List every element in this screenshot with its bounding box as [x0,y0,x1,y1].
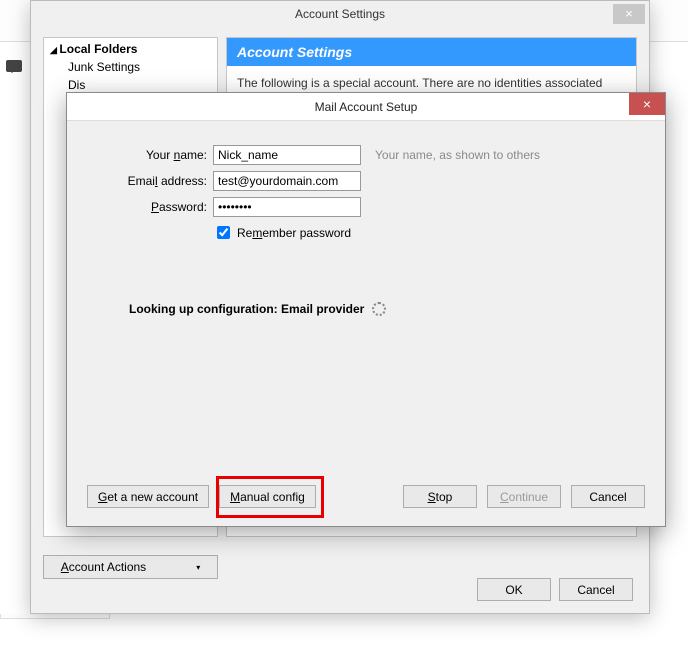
get-new-account-button[interactable]: Get a new account [87,485,209,508]
your-name-hint: Your name, as shown to others [375,148,540,162]
content-header: Account Settings [227,38,636,66]
continue-button: Continue [487,485,561,508]
mail-account-setup-dialog: Mail Account Setup × Your name: Your nam… [66,92,666,527]
window-title: Account Settings [295,7,385,21]
account-actions-label: Account Actions [61,560,146,574]
tree-item-junk[interactable]: Junk Settings [46,58,215,76]
email-label: Email address: [95,174,207,188]
ok-button[interactable]: OK [477,578,551,601]
your-name-label: Your name: [95,148,207,162]
window-title-bar: Account Settings × [31,1,649,27]
status-label: Looking up configuration: Email provider [129,302,364,316]
stop-button[interactable]: Stop [403,485,477,508]
password-input[interactable] [213,197,361,217]
spinner-icon [372,302,386,316]
status-text: Looking up configuration: Email provider [129,302,637,316]
your-name-input[interactable] [213,145,361,165]
close-icon[interactable]: × [613,4,645,24]
remember-password-label: Remember password [237,226,351,240]
chevron-down-icon: ▾ [196,563,200,572]
account-actions-button[interactable]: Account Actions ▾ [43,555,218,579]
close-icon[interactable]: × [629,93,665,115]
password-label: Password: [95,200,207,214]
remember-password-checkbox[interactable] [217,226,230,239]
tree-root-local-folders[interactable]: Local Folders [46,40,215,58]
email-input[interactable] [213,171,361,191]
manual-config-button[interactable]: Manual config [219,485,316,508]
chat-icon [6,60,22,72]
cancel-button[interactable]: Cancel [571,485,645,508]
cancel-button[interactable]: Cancel [559,578,633,601]
dialog-title-bar: Mail Account Setup × [67,93,665,121]
dialog-title: Mail Account Setup [315,100,418,114]
statusbar-strip [0,614,110,619]
